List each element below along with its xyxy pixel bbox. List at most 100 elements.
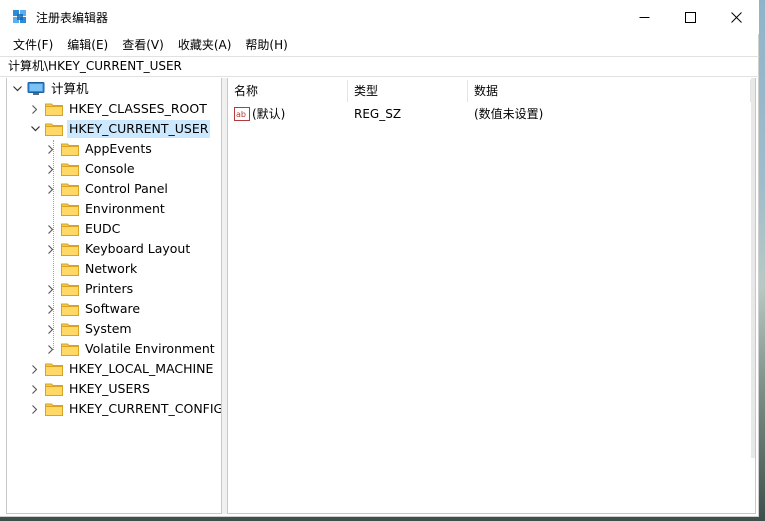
menu-file[interactable]: 文件(F)	[6, 35, 60, 55]
chevron-down-icon[interactable]	[11, 83, 23, 95]
folder-icon	[45, 382, 63, 396]
tree-label: HKEY_CLASSES_ROOT	[69, 101, 207, 116]
tree-pane[interactable]: 计算机 HKEY_CLASSES_ROOT HKEY_CURRENT_USER	[6, 78, 222, 514]
chevron-right-icon[interactable]	[45, 283, 57, 295]
chevron-right-icon[interactable]	[45, 323, 57, 335]
window-title: 注册表编辑器	[36, 10, 109, 25]
chevron-right-icon[interactable]	[45, 223, 57, 235]
svg-text:ab: ab	[236, 110, 246, 119]
tree-label: HKEY_CURRENT_USER	[67, 120, 211, 138]
tree-item-hkey-current-config[interactable]: HKEY_CURRENT_CONFIG	[29, 399, 222, 419]
maximize-icon	[684, 11, 696, 23]
menu-view[interactable]: 查看(V)	[115, 35, 171, 55]
folder-icon	[61, 242, 79, 256]
folder-icon	[61, 222, 79, 236]
tree-label: Volatile Environment	[85, 341, 215, 356]
value-name: (默认)	[252, 107, 286, 121]
tree-item-software[interactable]: Software	[45, 299, 142, 319]
value-name-cell: ab (默认)	[228, 104, 348, 124]
minimize-icon	[639, 16, 649, 18]
menu-bar: 文件(F) 编辑(E) 查看(V) 收藏夹(A) 帮助(H)	[0, 34, 759, 56]
chevron-right-icon[interactable]	[29, 363, 41, 375]
column-header-type[interactable]: 类型	[348, 80, 468, 102]
value-type: REG_SZ	[354, 107, 402, 121]
tree-item-appevents[interactable]: AppEvents	[45, 139, 154, 159]
folder-icon	[61, 262, 79, 276]
tree-label: HKEY_LOCAL_MACHINE	[69, 361, 214, 376]
chevron-down-icon[interactable]	[29, 123, 41, 135]
folder-icon	[45, 122, 63, 136]
minimize-button[interactable]	[621, 0, 667, 34]
chevron-right-icon[interactable]	[45, 243, 57, 255]
folder-icon	[61, 182, 79, 196]
close-button[interactable]	[713, 0, 759, 34]
list-item[interactable]: ab (默认) REG_SZ (数值未设置)	[228, 104, 751, 124]
tree-label: EUDC	[85, 221, 121, 236]
tree-item-system[interactable]: System	[45, 319, 134, 339]
folder-icon	[61, 282, 79, 296]
tree-item-hkey-classes-root[interactable]: HKEY_CLASSES_ROOT	[29, 99, 209, 119]
string-value-icon: ab	[234, 107, 250, 121]
menu-favorites[interactable]: 收藏夹(A)	[171, 35, 239, 55]
tree-item-volatile-environment[interactable]: Volatile Environment	[45, 339, 217, 359]
folder-icon	[45, 362, 63, 376]
tree-label: Printers	[85, 281, 134, 296]
tree-label: HKEY_CURRENT_CONFIG	[69, 401, 222, 416]
chevron-right-icon[interactable]	[45, 143, 57, 155]
tree-label: AppEvents	[85, 141, 152, 156]
tree-item-hkey-local-machine[interactable]: HKEY_LOCAL_MACHINE	[29, 359, 215, 379]
menu-edit[interactable]: 编辑(E)	[60, 35, 115, 55]
tree-label: HKEY_USERS	[69, 381, 150, 396]
title-bar[interactable]: 注册表编辑器	[0, 0, 759, 34]
chevron-right-icon[interactable]	[45, 183, 57, 195]
folder-icon	[61, 142, 79, 156]
tree-item-console[interactable]: Console	[45, 159, 137, 179]
folder-icon	[61, 342, 79, 356]
tree-label: 计算机	[51, 81, 89, 96]
chevron-right-icon[interactable]	[45, 163, 57, 175]
folder-icon	[45, 402, 63, 416]
tree-item-computer[interactable]: 计算机	[11, 79, 91, 99]
folder-icon	[61, 162, 79, 176]
tree-label: System	[85, 321, 132, 336]
tree-item-keyboard-layout[interactable]: Keyboard Layout	[45, 239, 192, 259]
folder-icon	[61, 202, 79, 216]
menu-help[interactable]: 帮助(H)	[238, 35, 294, 55]
registry-editor-window: 注册表编辑器 文件(F) 编辑(E) 查看(V) 收藏夹(A) 帮助(H) 计算…	[0, 0, 759, 517]
tree-label: Network	[85, 261, 138, 276]
tree-label: Console	[85, 161, 135, 176]
tree-item-hkey-users[interactable]: HKEY_USERS	[29, 379, 152, 399]
folder-icon	[45, 102, 63, 116]
chevron-right-icon[interactable]	[45, 343, 57, 355]
close-icon	[730, 11, 742, 23]
column-header-data[interactable]: 数据	[468, 80, 751, 102]
chevron-right-icon[interactable]	[45, 303, 57, 315]
maximize-button[interactable]	[667, 0, 713, 34]
tree-item-control-panel[interactable]: Control Panel	[45, 179, 170, 199]
tree-label: Keyboard Layout	[85, 241, 191, 256]
tree-label: Software	[85, 301, 141, 316]
address-bar[interactable]: 计算机\HKEY_CURRENT_USER	[0, 56, 759, 77]
tree-item-network[interactable]: Network	[45, 259, 139, 279]
computer-icon	[27, 82, 45, 96]
column-header-name[interactable]: 名称	[228, 80, 348, 102]
chevron-right-icon[interactable]	[29, 383, 41, 395]
tree-item-environment[interactable]: Environment	[45, 199, 167, 219]
folder-icon	[61, 302, 79, 316]
chevron-right-icon[interactable]	[29, 403, 41, 415]
list-header: 名称 类型 数据	[228, 80, 756, 102]
values-list-pane[interactable]: 名称 类型 数据 ab (默认) REG_SZ (数值未设置)	[227, 78, 756, 514]
tree-item-printers[interactable]: Printers	[45, 279, 135, 299]
tree-label: Control Panel	[85, 181, 168, 196]
tree-label: Environment	[85, 201, 165, 216]
chevron-right-icon[interactable]	[29, 103, 41, 115]
window-controls	[621, 0, 759, 34]
tree-item-hkey-current-user[interactable]: HKEY_CURRENT_USER	[29, 119, 211, 139]
vertical-scrollbar[interactable]	[751, 78, 755, 458]
registry-editor-icon	[12, 9, 28, 25]
value-data: (数值未设置)	[474, 107, 544, 121]
tree-item-eudc[interactable]: EUDC	[45, 219, 122, 239]
folder-icon	[61, 322, 79, 336]
